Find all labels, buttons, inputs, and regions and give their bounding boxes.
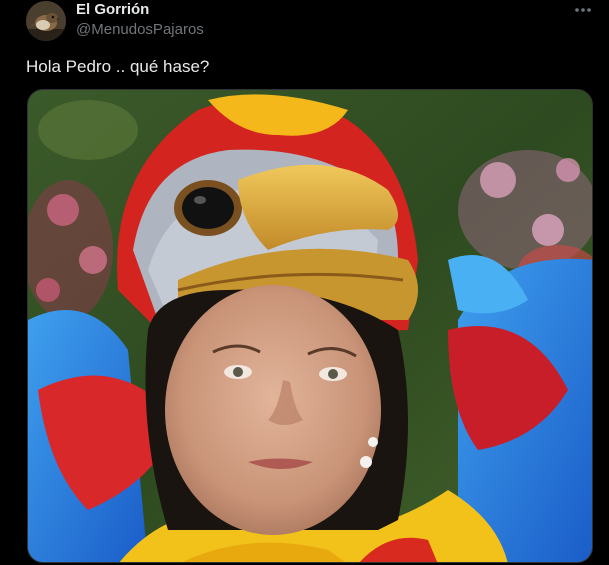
sparrow-avatar-image — [26, 1, 66, 41]
more-options-button[interactable] — [568, 0, 598, 20]
parrot-costume-photo — [28, 90, 592, 562]
author-display-name[interactable]: El Gorrión — [76, 1, 149, 19]
avatar[interactable] — [26, 1, 66, 41]
tweet-text: Hola Pedro .. qué hase? — [26, 57, 210, 76]
tweet[interactable]: El Gorrión @MenudosPajaros Hola Pedro ..… — [0, 0, 609, 565]
author-handle[interactable]: @MenudosPajaros — [76, 21, 204, 39]
more-horizontal-icon — [575, 8, 591, 12]
tweet-media-image[interactable] — [27, 89, 593, 563]
